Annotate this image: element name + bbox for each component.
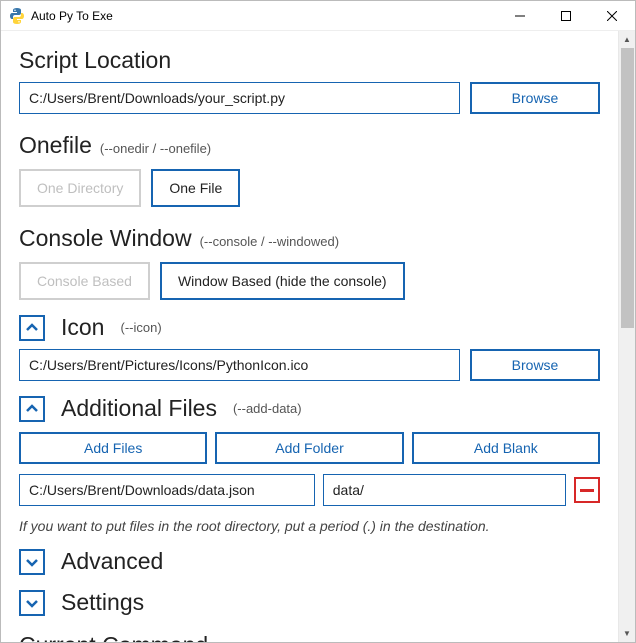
chevron-down-icon bbox=[25, 596, 39, 610]
scrollbar-thumb[interactable] bbox=[621, 48, 634, 328]
add-blank-button[interactable]: Add Blank bbox=[412, 432, 600, 464]
console-based-button[interactable]: Console Based bbox=[19, 262, 150, 300]
titlebar: Auto Py To Exe bbox=[1, 1, 635, 31]
settings-collapse-toggle[interactable] bbox=[19, 590, 45, 616]
script-location-title: Script Location bbox=[19, 47, 171, 74]
browse-script-button[interactable]: Browse bbox=[470, 82, 600, 114]
onefile-hint: (--onedir / --onefile) bbox=[100, 141, 211, 156]
icon-collapse-toggle[interactable] bbox=[19, 315, 45, 341]
browse-icon-button[interactable]: Browse bbox=[470, 349, 600, 381]
additional-title: Additional Files bbox=[61, 395, 217, 422]
icon-hint: (--icon) bbox=[120, 320, 161, 335]
console-title: Console Window bbox=[19, 225, 192, 252]
icon-path-input[interactable] bbox=[19, 349, 460, 381]
additional-collapse-toggle[interactable] bbox=[19, 396, 45, 422]
add-files-button[interactable]: Add Files bbox=[19, 432, 207, 464]
vertical-scrollbar[interactable]: ▲ ▼ bbox=[618, 31, 635, 642]
main-content: Script Location Browse Onefile (--onedir… bbox=[1, 31, 618, 642]
maximize-button[interactable] bbox=[543, 1, 589, 30]
one-file-button[interactable]: One File bbox=[151, 169, 240, 207]
console-hint: (--console / --windowed) bbox=[200, 234, 339, 249]
script-path-input[interactable] bbox=[19, 82, 460, 114]
minimize-button[interactable] bbox=[497, 1, 543, 30]
python-icon bbox=[9, 8, 25, 24]
close-button[interactable] bbox=[589, 1, 635, 30]
onefile-title: Onefile bbox=[19, 132, 92, 159]
scroll-down-arrow[interactable]: ▼ bbox=[619, 625, 635, 642]
chevron-up-icon bbox=[25, 402, 39, 416]
window-controls bbox=[497, 1, 635, 30]
command-title: Current Command bbox=[19, 632, 208, 642]
chevron-down-icon bbox=[25, 555, 39, 569]
window-title: Auto Py To Exe bbox=[31, 9, 497, 23]
data-source-input[interactable] bbox=[19, 474, 315, 506]
additional-note: If you want to put files in the root dir… bbox=[19, 518, 600, 534]
additional-hint: (--add-data) bbox=[233, 401, 302, 416]
settings-title: Settings bbox=[61, 589, 144, 616]
chevron-up-icon bbox=[25, 321, 39, 335]
remove-entry-button[interactable] bbox=[574, 477, 600, 503]
add-folder-button[interactable]: Add Folder bbox=[215, 432, 403, 464]
advanced-collapse-toggle[interactable] bbox=[19, 549, 45, 575]
minus-icon bbox=[580, 489, 594, 492]
window-based-button[interactable]: Window Based (hide the console) bbox=[160, 262, 405, 300]
advanced-title: Advanced bbox=[61, 548, 163, 575]
one-directory-button[interactable]: One Directory bbox=[19, 169, 141, 207]
scroll-up-arrow[interactable]: ▲ bbox=[619, 31, 635, 48]
data-dest-input[interactable] bbox=[323, 474, 566, 506]
icon-title: Icon bbox=[61, 314, 104, 341]
